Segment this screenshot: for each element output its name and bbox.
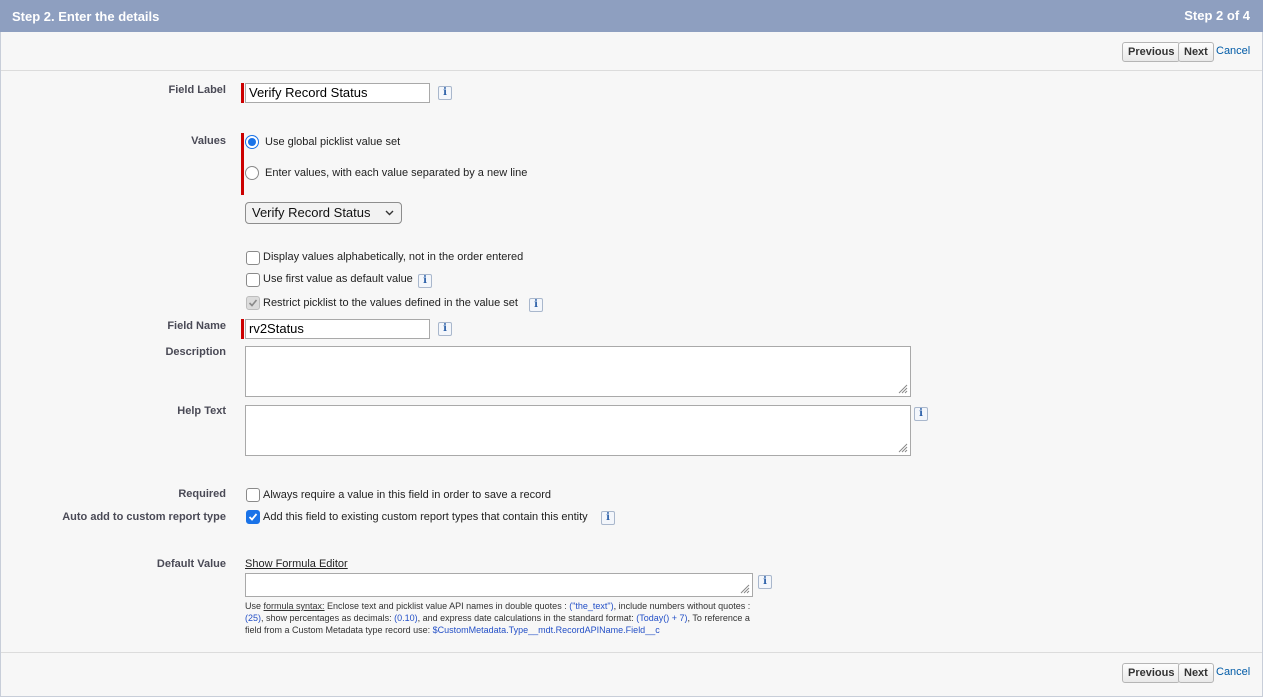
help-text-label: Help Text — [177, 405, 226, 417]
checkbox-required[interactable] — [246, 488, 260, 502]
previous-button-top[interactable]: Previous — [1122, 42, 1181, 62]
info-icon[interactable]: i — [438, 86, 452, 100]
required-indicator — [241, 319, 244, 339]
resize-grip-icon[interactable] — [898, 384, 908, 394]
auto-add-label: Auto add to custom report type — [62, 511, 226, 523]
resize-grip-icon[interactable] — [740, 584, 750, 594]
required-indicator — [241, 133, 244, 195]
next-button-bottom[interactable]: Next — [1178, 663, 1214, 683]
picklist-value-set-value: Verify Record Status — [252, 205, 371, 220]
resize-grip-icon[interactable] — [898, 443, 908, 453]
info-icon[interactable]: i — [438, 322, 452, 336]
help-text-textarea[interactable] — [245, 405, 911, 456]
field-name-input[interactable]: rv2Status — [245, 319, 430, 339]
description-label: Description — [165, 346, 226, 358]
description-textarea[interactable] — [245, 346, 911, 397]
checkbox-required-label: Always require a value in this field in … — [263, 489, 551, 501]
check-icon — [248, 513, 258, 521]
step-indicator: Step 2 of 4 — [1184, 8, 1250, 23]
field-name-label: Field Name — [167, 320, 226, 332]
checkbox-restrict-picklist-label: Restrict picklist to the values defined … — [263, 297, 518, 309]
step-title: Step 2. Enter the details — [12, 9, 160, 24]
info-icon[interactable]: i — [758, 575, 772, 589]
picklist-value-set-select[interactable]: Verify Record Status — [245, 202, 402, 224]
default-value-label: Default Value — [156, 558, 226, 570]
radio-enter-values[interactable] — [245, 166, 259, 180]
field-label-label: Field Label — [168, 84, 226, 96]
divider-top — [1, 70, 1262, 71]
next-button-top[interactable]: Next — [1178, 42, 1214, 62]
values-label: Values — [191, 135, 226, 147]
radio-global-picklist[interactable] — [245, 135, 259, 149]
info-icon[interactable]: i — [529, 298, 543, 312]
chevron-down-icon — [385, 210, 394, 216]
checkbox-auto-add-label: Add this field to existing custom report… — [263, 511, 588, 523]
show-formula-editor-link[interactable]: Show Formula Editor — [245, 558, 348, 570]
step-header: Step 2. Enter the details Step 2 of 4 — [0, 0, 1263, 32]
checkbox-first-default-label: Use first value as default value — [263, 273, 413, 285]
cancel-link-bottom[interactable]: Cancel — [1216, 666, 1250, 678]
checkbox-first-default[interactable] — [246, 273, 260, 287]
default-value-textarea[interactable] — [245, 573, 753, 597]
info-icon[interactable]: i — [914, 407, 928, 421]
checkbox-alphabetical-label: Display values alphabetically, not in th… — [263, 251, 524, 263]
previous-button-bottom[interactable]: Previous — [1122, 663, 1181, 683]
info-icon[interactable]: i — [601, 511, 615, 525]
radio-enter-values-label: Enter values, with each value separated … — [265, 167, 528, 179]
required-label: Required — [178, 488, 226, 500]
checkbox-auto-add[interactable] — [246, 510, 260, 524]
checkbox-restrict-picklist[interactable] — [246, 296, 260, 310]
info-icon[interactable]: i — [418, 274, 432, 288]
radio-global-picklist-label: Use global picklist value set — [265, 136, 401, 148]
cancel-link-top[interactable]: Cancel — [1216, 45, 1250, 57]
checkbox-alphabetical[interactable] — [246, 251, 260, 265]
check-icon — [248, 299, 258, 307]
formula-syntax-link[interactable]: formula syntax: — [264, 601, 325, 611]
divider-bottom — [1, 652, 1262, 653]
required-indicator — [241, 83, 244, 103]
formula-syntax-hint: Use formula syntax: Enclose text and pic… — [245, 601, 751, 635]
field-label-input[interactable]: Verify Record Status — [245, 83, 430, 103]
